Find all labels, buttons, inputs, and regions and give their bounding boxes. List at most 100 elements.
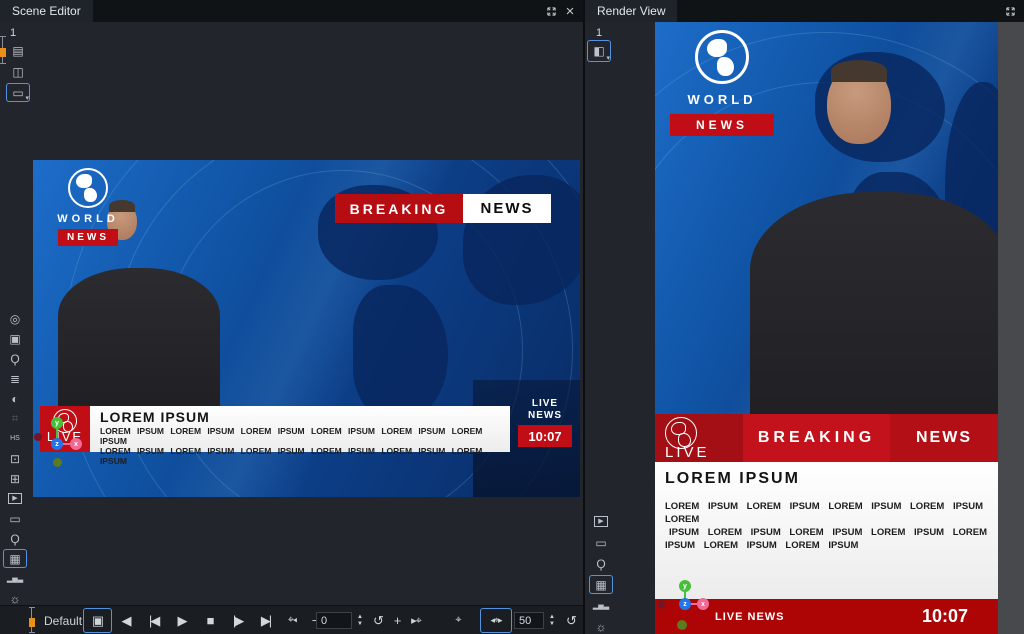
camera-select-icon[interactable]: ◎: [4, 310, 26, 327]
reverse-play-button[interactable]: ◀: [113, 609, 138, 632]
speed-input[interactable]: [514, 612, 544, 629]
badge-news-label: NEWS: [511, 410, 579, 422]
stop-button[interactable]: ■: [197, 609, 222, 632]
bulb-icon[interactable]: Ϙ: [4, 530, 26, 547]
lower-third-headline: LOREM IPSUM: [100, 409, 500, 425]
logo-news-label: NEWS: [58, 229, 118, 246]
wireframe-icon[interactable]: ⌗: [4, 410, 26, 427]
rectangle-icon[interactable]: ▭: [590, 534, 612, 551]
lamp-icon[interactable]: Ϙ: [4, 350, 26, 367]
reset-speed-button[interactable]: ↺: [559, 609, 583, 632]
lower-third-line1: LOREM IPSUM LOREM IPSUM LOREM IPSUM LORE…: [100, 426, 500, 446]
go-to-start-button[interactable]: |◀: [141, 609, 166, 632]
dropdown-caret-icon: ▾: [25, 94, 29, 102]
performance-bars-icon[interactable]: ▂▅▃: [590, 597, 612, 614]
profile-selector[interactable]: Default: [44, 614, 82, 628]
playback-controls: ◀|◀▶■|▶▶|: [113, 609, 278, 632]
render-view-tool-strip: ▶ ▭ Ϙ ▦ ▂▅▃ ☼: [590, 513, 612, 634]
counter-spinner[interactable]: ▲ ▼: [355, 612, 365, 629]
scene-editor-tabbar: Scene Editor ×: [0, 0, 585, 22]
footer-time-label: 10:07: [922, 606, 968, 627]
story-headline: LOREM IPSUM: [665, 470, 988, 488]
render-view-mode: ◧▾: [588, 41, 610, 61]
gizmo-z-handle[interactable]: z: [679, 598, 691, 610]
story-line1: LOREM IPSUM LOREM IPSUM LOREM IPSUM LORE…: [665, 500, 988, 526]
render-camera-number: 1: [596, 27, 602, 39]
gizmo-x-handle[interactable]: x: [697, 598, 709, 610]
screen-view-icon[interactable]: ▭▾: [7, 84, 29, 101]
brightness-icon[interactable]: ☼: [590, 618, 612, 634]
contrast-icon[interactable]: ◐: [4, 390, 26, 407]
render-output[interactable]: WORLD NEWS LIVE BREAKING NEWS LOREM IPSU…: [655, 22, 998, 634]
close-icon[interactable]: ×: [562, 3, 578, 19]
gizmo-anchor-dot: [34, 433, 42, 441]
maximize-icon[interactable]: [543, 3, 559, 19]
gizmo-z-handle[interactable]: z: [51, 438, 63, 450]
dropdown-caret-icon: ▾: [606, 54, 610, 62]
gizmo-x-handle[interactable]: x: [70, 438, 82, 450]
render-maximize-icon[interactable]: [1002, 3, 1018, 19]
scene-editor-tool-strip: ◎▣Ϙ≣◐⌗HS⊡⊞▶▭Ϙ▦▂▅▃☼: [4, 310, 26, 607]
loop-counter-input[interactable]: [316, 612, 352, 629]
story-panel: LOREM IPSUM LOREM IPSUM LOREM IPSUM LORE…: [655, 462, 998, 599]
center-key-button[interactable]: ⌖: [446, 609, 470, 632]
snapshot-icon[interactable]: ▣: [4, 330, 26, 347]
gizmo-y-handle[interactable]: y: [679, 580, 691, 592]
banner-live-cell: LIVE: [655, 414, 743, 462]
render-margin: [998, 22, 1024, 634]
rectangle-icon[interactable]: ▭: [4, 510, 26, 527]
panel-divider[interactable]: [583, 0, 585, 634]
go-to-end-button[interactable]: ▶|: [253, 609, 278, 632]
scene-camera-number: 1: [10, 27, 16, 39]
live-news-time-badge: LIVE NEWS 10:07: [511, 398, 579, 447]
application-window: Scene Editor × 1 ▤◫▭▾ ◎▣Ϙ≣◐⌗HS⊡⊞▶▭Ϙ▦▂▅▃☼…: [0, 0, 1024, 634]
anchor-body: [58, 268, 220, 408]
map-africa: [353, 285, 448, 420]
breaking-news-banner: BREAKING NEWS: [335, 194, 551, 223]
tree-list-icon[interactable]: ▤: [7, 42, 29, 59]
video-clip-icon[interactable]: ▶: [590, 513, 612, 530]
gizmo-y-handle[interactable]: y: [51, 417, 63, 429]
world-news-logo: WORLD NEWS: [667, 30, 777, 136]
play-button[interactable]: ▶: [169, 609, 194, 632]
live-badge: LIVE: [40, 406, 90, 452]
banner-news-label: NEWS: [890, 414, 998, 462]
tab-render-view[interactable]: Render View: [585, 0, 677, 22]
grid-icon[interactable]: ▦: [590, 576, 612, 593]
banner-breaking-label: BREAKING: [743, 414, 890, 462]
filter-sliders-icon[interactable]: ≣: [4, 370, 26, 387]
grid-icon[interactable]: ▦: [4, 550, 26, 567]
breaking-news-banner: LIVE BREAKING NEWS: [655, 414, 998, 462]
scene-preview[interactable]: WORLD NEWS BREAKING NEWS LIVE LOREM IPSU…: [33, 160, 580, 497]
tab-scene-editor-label: Scene Editor: [12, 4, 81, 18]
gizmo-anchor-dot: [657, 600, 666, 609]
bounding-box-icon[interactable]: ⊞: [4, 470, 26, 487]
video-clip-icon[interactable]: ▶: [4, 490, 26, 507]
lower-third-panel: LOREM IPSUM LOREM IPSUM LOREM IPSUM LORE…: [90, 406, 510, 452]
gizmo-pivot-dot: [53, 458, 62, 467]
layer-source-icon[interactable]: ◧▾: [588, 41, 610, 61]
toolbar-slider[interactable]: [31, 607, 36, 633]
gizmo-pivot-dot: [677, 620, 687, 630]
jump-to-out-button[interactable]: ▸⌖: [404, 609, 428, 632]
logo-world-label: WORLD: [667, 92, 777, 107]
tab-scene-editor[interactable]: Scene Editor: [0, 0, 93, 22]
logo-world-label: WORLD: [53, 213, 123, 225]
performance-bars-icon[interactable]: ▂▅▃: [4, 570, 26, 587]
banner-news-label: NEWS: [463, 194, 551, 223]
bulb-icon[interactable]: Ϙ: [590, 555, 612, 572]
step-forward-button[interactable]: |▶: [225, 609, 250, 632]
hs-icon[interactable]: HS: [4, 430, 26, 447]
breaking-label: BREAKING: [335, 194, 463, 223]
render-view-tabbar: Render View: [585, 0, 1024, 22]
anchor-body: [750, 192, 998, 422]
jump-to-in-button[interactable]: ⌖◂: [280, 609, 304, 632]
globe-icon: [695, 30, 749, 84]
safe-area-icon[interactable]: ⊡: [4, 450, 26, 467]
speed-spinner[interactable]: ▲ ▼: [547, 612, 557, 629]
lower-third-line2: LOREM IPSUM LOREM IPSUM LOREM IPSUM LORE…: [100, 446, 500, 466]
animation-speed-toggle[interactable]: ◂⌖▸: [481, 609, 511, 632]
keyframe-camera-button[interactable]: ▣: [84, 609, 111, 632]
scene-view-icons: ▤ ◫ ▭▾: [7, 42, 29, 101]
monitor-icon[interactable]: ◫: [7, 63, 29, 80]
